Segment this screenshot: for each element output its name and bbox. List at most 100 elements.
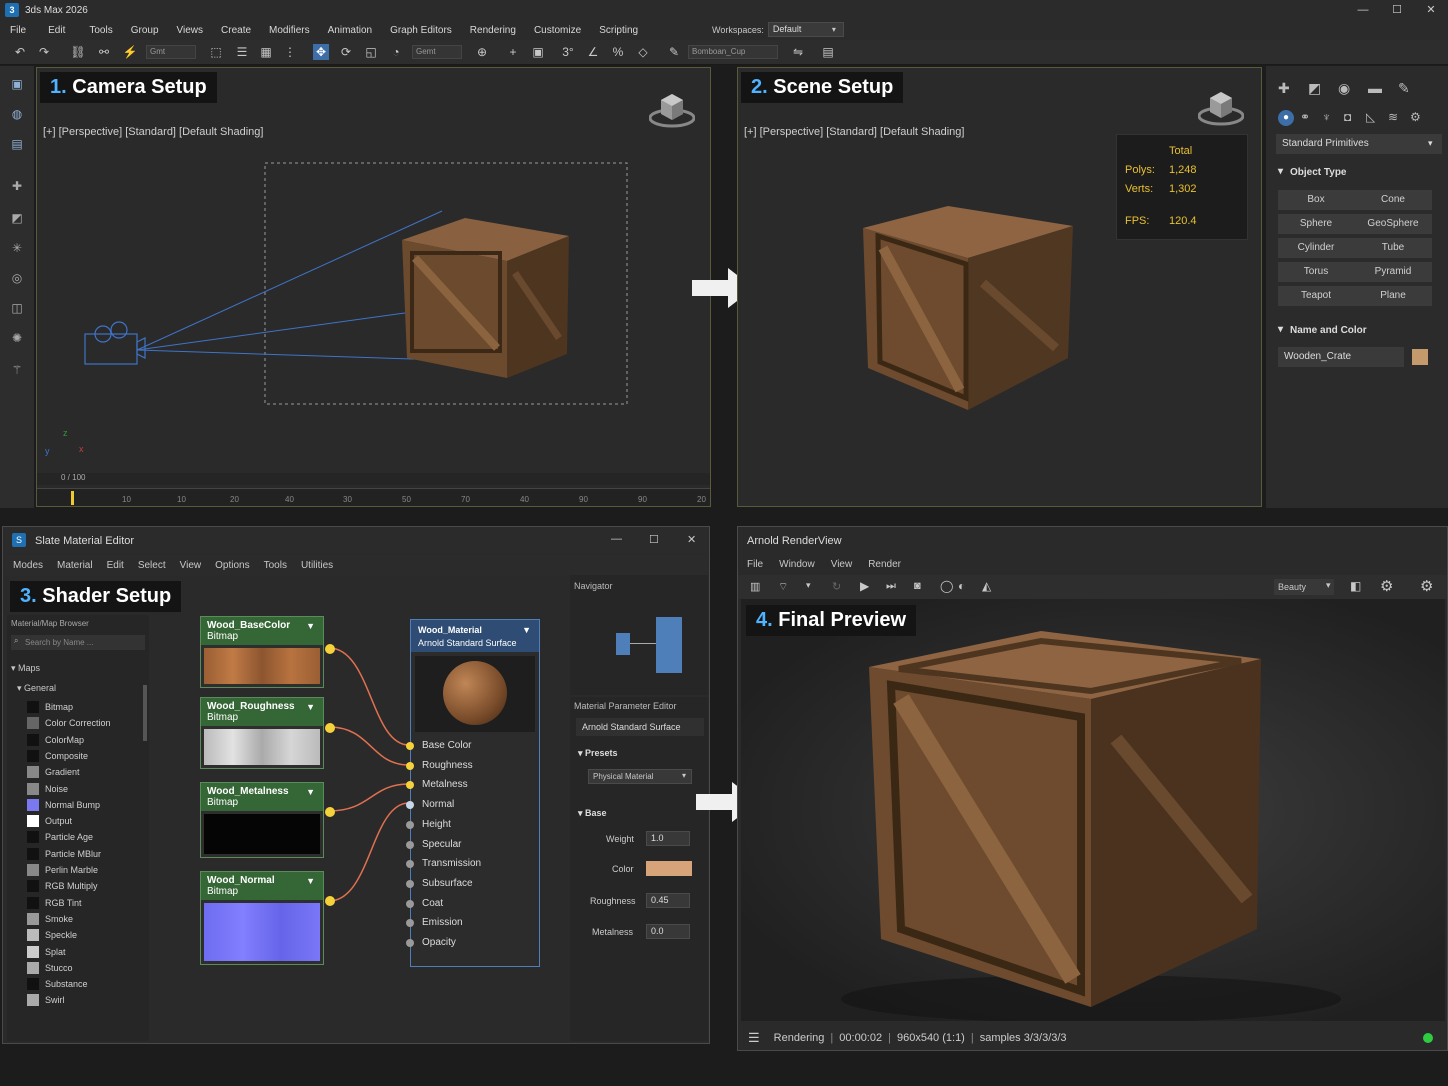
category-dropdown[interactable]: Standard Primitives [1276, 134, 1442, 154]
map-list-item[interactable]: Gradient [27, 765, 80, 779]
menu-views[interactable]: Views [177, 25, 204, 36]
motion-icon[interactable]: ◎ [9, 270, 25, 286]
scene-explorer-icon[interactable]: ▣ [9, 76, 25, 92]
menu-scripting[interactable]: Scripting [599, 25, 638, 36]
arv-menu-view[interactable]: View [831, 559, 853, 570]
map-list-item[interactable]: RGB Multiply [27, 879, 98, 893]
cylinder-button[interactable]: Cylinder [1278, 238, 1354, 258]
camera-select-icon[interactable]: ⌔ [778, 580, 788, 594]
bind-spacewarp-icon[interactable]: ⚡ [122, 44, 138, 60]
spinner-snap-icon[interactable]: ◇ [635, 44, 651, 60]
spacewarps-icon[interactable]: ≋ [1388, 110, 1398, 124]
map-list-item[interactable]: Color Correction [27, 716, 111, 730]
object-name-field[interactable]: Wooden_Crate [1278, 347, 1404, 367]
menu-create[interactable]: Create [221, 25, 251, 36]
cameras-icon[interactable]: ◘ [1344, 110, 1351, 124]
render-output[interactable]: 4. Final Preview [741, 599, 1445, 1021]
browser-search-input[interactable]: Search by Name ... [11, 635, 145, 650]
sme-menu-view[interactable]: View [180, 560, 202, 571]
time-marker[interactable] [71, 491, 74, 505]
maximize-button[interactable]: ☐ [1380, 0, 1414, 20]
crop-icon[interactable]: ◯ [940, 579, 953, 593]
select-place-icon[interactable]: ◔ [388, 44, 404, 60]
selection-filter-dropdown[interactable]: Gmt [146, 45, 196, 59]
compare-icon[interactable]: ◧ [1350, 579, 1361, 593]
sme-menu-utilities[interactable]: Utilities [301, 560, 333, 571]
snapshot-icon[interactable]: ◙ [914, 580, 921, 592]
aov-dropdown[interactable]: Beauty [1274, 579, 1334, 595]
camera-icon[interactable] [84, 321, 146, 365]
chevron-down-icon[interactable]: ▼ [306, 876, 315, 886]
map-list-item[interactable]: Swirl [27, 993, 65, 1007]
rectangular-selection-icon[interactable]: ▦ [258, 44, 274, 60]
sme-menu-modes[interactable]: Modes [13, 560, 43, 571]
material-input-slot[interactable]: Specular [405, 838, 461, 852]
hierarchy-icon[interactable]: ✳ [9, 240, 25, 256]
play-icon[interactable]: ▶ [860, 579, 869, 593]
node-wood-basecolor[interactable]: Wood_BaseColor Bitmap ▼ [200, 616, 324, 688]
torus-button[interactable]: Torus [1278, 262, 1354, 282]
metalness-spinner[interactable]: 0.0 [646, 924, 690, 939]
map-list-item[interactable]: Speckle [27, 928, 77, 942]
pivot-center-icon[interactable]: ⊕ [474, 44, 490, 60]
box-button[interactable]: Box [1278, 190, 1354, 210]
sphere-button[interactable]: Sphere [1278, 214, 1354, 234]
map-list-item[interactable]: Particle Age [27, 830, 93, 844]
viewport-camera-setup[interactable]: 1. Camera Setup [+] [Perspective] [Stand… [36, 67, 711, 507]
select-object-icon[interactable]: ⬚ [208, 44, 224, 60]
modify-icon[interactable]: ◩ [9, 210, 25, 226]
display-tab-icon[interactable]: ▬ [1368, 80, 1382, 96]
menu-modifiers[interactable]: Modifiers [269, 25, 310, 36]
helpers-icon[interactable]: ◺ [1366, 110, 1375, 124]
maps-group[interactable]: ▾ Maps [11, 663, 40, 674]
roughness-spinner[interactable]: 0.45 [646, 893, 690, 908]
minimize-button[interactable]: — [1346, 0, 1380, 20]
base-rollout[interactable]: ▾ Base [578, 808, 607, 819]
base-color-swatch[interactable] [646, 861, 692, 876]
edit-named-selection-icon[interactable]: ✎ [666, 44, 682, 60]
teapot-button[interactable]: Teapot [1278, 286, 1354, 306]
utilities-icon[interactable]: ✺ [9, 330, 25, 346]
sound-icon[interactable]: ◭ [982, 579, 991, 593]
menu-icon[interactable]: ☰ [748, 1030, 760, 1046]
mirror-icon[interactable]: ⇋ [790, 44, 806, 60]
geosphere-button[interactable]: GeoSphere [1354, 214, 1432, 234]
close-button[interactable]: ✕ [687, 533, 696, 546]
map-list-item[interactable]: ColorMap [27, 733, 84, 747]
general-group[interactable]: ▾ General [17, 683, 56, 694]
settings-icon[interactable]: ⚙ [1420, 577, 1433, 595]
align-icon[interactable]: ▤ [820, 44, 836, 60]
select-by-name-icon[interactable]: ☰ [234, 44, 250, 60]
node-wood-material[interactable]: Wood_Material Arnold Standard Surface ▼ [410, 619, 540, 967]
create-icon[interactable]: ✚ [9, 178, 25, 194]
layer-explorer-icon[interactable]: ▤ [9, 136, 25, 152]
select-manipulate-icon[interactable]: + [505, 44, 521, 60]
ipr-icon[interactable]: ◐ [958, 579, 965, 593]
undo-icon[interactable]: ↶ [12, 44, 28, 60]
pause-icon[interactable]: ⏭ [886, 580, 896, 593]
arv-menu-file[interactable]: File [747, 559, 763, 570]
tube-button[interactable]: Tube [1354, 238, 1432, 258]
map-list-item[interactable]: Stucco [27, 961, 73, 975]
named-selection-dropdown[interactable]: Bomboan_Cup [688, 45, 778, 59]
refresh-icon[interactable]: ↻ [832, 580, 841, 593]
chevron-down-icon[interactable]: ▾ [806, 580, 811, 591]
menu-tools[interactable]: Tools [89, 25, 112, 36]
map-list-item[interactable]: Smoke [27, 912, 73, 926]
crate-model[interactable] [863, 206, 1073, 410]
node-wood-metalness[interactable]: Wood_Metalness Bitmap ▼ [200, 782, 324, 858]
node-wood-normal[interactable]: Wood_Normal Bitmap ▼ [200, 871, 324, 965]
minimize-button[interactable]: — [611, 533, 622, 545]
track-bar[interactable]: 10 10 20 40 30 50 70 40 90 90 20 [37, 488, 710, 506]
sme-menu-tools[interactable]: Tools [264, 560, 287, 571]
map-list-item[interactable]: Particle MBlur [27, 847, 101, 861]
material-input-slot[interactable]: Height [406, 818, 451, 832]
percent-snap-icon[interactable]: % [610, 44, 626, 60]
systems-icon[interactable]: ⚙ [1410, 110, 1421, 124]
material-input-slot[interactable]: Opacity [406, 936, 456, 950]
material-input-slot[interactable]: Transmission [405, 857, 481, 871]
material-input-slot[interactable]: Roughness [406, 759, 473, 773]
maximize-button[interactable]: ☐ [649, 533, 659, 546]
material-input-slot[interactable]: Emission [406, 916, 463, 930]
preset-dropdown[interactable]: Physical Material [588, 769, 692, 784]
